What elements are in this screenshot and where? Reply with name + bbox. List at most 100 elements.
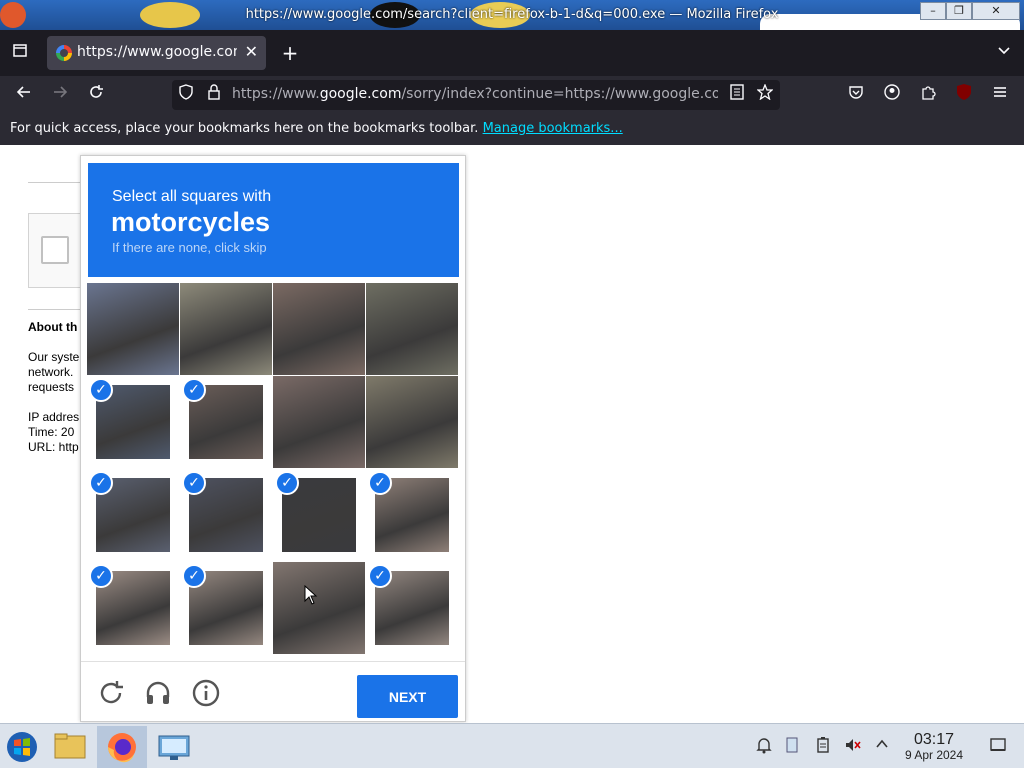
- close-window-button[interactable]: ✕: [972, 2, 1020, 20]
- minimize-button[interactable]: –: [920, 2, 946, 20]
- bookmarks-empty-message: For quick access, place your bookmarks h…: [10, 121, 623, 136]
- captcha-target-object: motorcycles: [111, 207, 271, 237]
- taskbar-clock[interactable]: 03:17 9 Apr 2024: [898, 731, 970, 763]
- selected-check-icon: ✓: [89, 378, 113, 402]
- lock-icon[interactable]: [202, 83, 226, 107]
- time-text: Time: 20: [28, 425, 75, 439]
- taskbar: 03:17 9 Apr 2024: [0, 723, 1024, 768]
- captcha-tile[interactable]: ✓: [273, 469, 365, 561]
- url-text[interactable]: https://www.google.com/sorry/index?conti…: [232, 86, 718, 102]
- captcha-instruction: Select all squares with: [112, 188, 272, 205]
- captcha-tile[interactable]: ✓: [180, 469, 272, 561]
- account-icon[interactable]: [880, 83, 904, 107]
- clock-time: 03:17: [913, 731, 955, 748]
- battery-tray-icon[interactable]: [813, 736, 833, 756]
- tab-list-icon[interactable]: [8, 41, 32, 65]
- captcha-tile[interactable]: [366, 376, 458, 468]
- captcha-header: Select all squares with motorcycles If t…: [88, 163, 459, 277]
- navigation-toolbar: https://www.google.com/sorry/index?conti…: [0, 76, 1024, 114]
- selected-check-icon: ✓: [368, 471, 392, 495]
- bookmarks-message-text: For quick access, place your bookmarks h…: [10, 121, 479, 136]
- selected-check-icon: ✓: [182, 471, 206, 495]
- back-icon[interactable]: [12, 83, 36, 107]
- captcha-tile-image: [366, 283, 458, 375]
- selected-check-icon: ✓: [89, 471, 113, 495]
- body-text: Our syste: [28, 350, 80, 364]
- mouse-cursor-icon: [304, 585, 318, 605]
- forward-icon[interactable]: [48, 83, 72, 107]
- captcha-tile[interactable]: ✓: [180, 562, 272, 654]
- captcha-image-grid: ✓ ✓ ✓ ✓ ✓ ✓ ✓ ✓ ✓: [87, 283, 459, 655]
- captcha-tile[interactable]: ✓: [366, 562, 458, 654]
- google-favicon-icon: [56, 45, 72, 61]
- captcha-tile[interactable]: [273, 376, 365, 468]
- captcha-footer: NEXT: [81, 661, 465, 721]
- maximize-button[interactable]: ❐: [946, 2, 972, 20]
- tab-google-sorry[interactable]: https://www.google.com/sorry/index?conti…: [47, 36, 266, 70]
- captcha-tile-image: [180, 283, 272, 375]
- list-all-tabs-icon[interactable]: [992, 41, 1016, 65]
- window-titlebar: https://www.google.com/search?client=fir…: [0, 0, 1024, 30]
- extensions-puzzle-icon[interactable]: [916, 83, 940, 107]
- info-icon[interactable]: [191, 678, 221, 708]
- notifications-bell-icon[interactable]: [754, 736, 774, 756]
- reader-view-icon[interactable]: [725, 83, 749, 107]
- url-bar[interactable]: https://www.google.com/sorry/index?conti…: [172, 80, 780, 110]
- new-tab-button[interactable]: +: [278, 41, 302, 65]
- captcha-tile[interactable]: [180, 283, 272, 375]
- clipboard-tray-icon[interactable]: [782, 736, 802, 756]
- show-desktop-icon[interactable]: [988, 736, 1008, 756]
- captcha-hint: If there are none, click skip: [112, 240, 267, 255]
- selected-check-icon: ✓: [275, 471, 299, 495]
- show-hidden-icons-chevron-icon[interactable]: [872, 736, 892, 756]
- ip-address-text: IP addres: [28, 410, 80, 424]
- captcha-tile[interactable]: ✓: [87, 376, 179, 468]
- bookmarks-toolbar: For quick access, place your bookmarks h…: [0, 114, 1024, 145]
- captcha-tile[interactable]: [366, 283, 458, 375]
- tracking-protection-shield-icon[interactable]: [174, 83, 198, 107]
- selected-check-icon: ✓: [368, 564, 392, 588]
- hamburger-menu-icon[interactable]: [988, 83, 1012, 107]
- window-title: https://www.google.com/search?client=fir…: [245, 7, 779, 22]
- reload-icon[interactable]: [84, 83, 108, 107]
- selected-check-icon: ✓: [182, 564, 206, 588]
- volume-muted-icon[interactable]: [843, 736, 863, 756]
- body-text: requests: [28, 380, 75, 394]
- firefox-taskbar-button[interactable]: [97, 726, 147, 768]
- captcha-tile-image: [273, 376, 365, 468]
- captcha-tile-image: [273, 283, 365, 375]
- tab-label: https://www.google.com/sorry/index?conti…: [77, 44, 237, 60]
- captcha-tile-image: [273, 562, 365, 654]
- captcha-tile[interactable]: ✓: [87, 469, 179, 561]
- selected-check-icon: ✓: [182, 378, 206, 402]
- captcha-tile-image: [366, 376, 458, 468]
- reload-challenge-icon[interactable]: [96, 678, 126, 708]
- tab-bar: https://www.google.com/sorry/index?conti…: [0, 30, 1024, 76]
- selected-check-icon: ✓: [89, 564, 113, 588]
- captcha-tile[interactable]: ✓: [180, 376, 272, 468]
- url-text: URL: http: [28, 440, 79, 454]
- pocket-icon[interactable]: [844, 83, 868, 107]
- next-button[interactable]: NEXT: [357, 675, 458, 718]
- clock-date: 9 Apr 2024: [904, 748, 964, 762]
- start-menu-button[interactable]: [0, 726, 44, 768]
- divider: [28, 309, 88, 310]
- audio-challenge-headphones-icon[interactable]: [143, 678, 173, 708]
- about-heading: About th: [28, 320, 78, 334]
- captcha-tile[interactable]: ✓: [366, 469, 458, 561]
- captcha-tile-image: [87, 283, 179, 375]
- system-settings-icon[interactable]: [152, 726, 196, 768]
- body-text: network.: [28, 365, 74, 379]
- close-tab-icon[interactable]: ✕: [245, 42, 258, 61]
- captcha-tile[interactable]: [273, 562, 365, 654]
- ublock-origin-icon[interactable]: [952, 83, 976, 107]
- captcha-tile[interactable]: [273, 283, 365, 375]
- divider: [28, 182, 88, 183]
- captcha-tile[interactable]: [87, 283, 179, 375]
- captcha-tile[interactable]: ✓: [87, 562, 179, 654]
- bookmark-star-icon[interactable]: [753, 83, 777, 107]
- file-manager-icon[interactable]: [48, 726, 92, 768]
- recaptcha-checkbox[interactable]: [41, 236, 69, 264]
- manage-bookmarks-link[interactable]: Manage bookmarks...: [483, 121, 623, 136]
- captcha-challenge-dialog: Select all squares with motorcycles If t…: [80, 155, 466, 722]
